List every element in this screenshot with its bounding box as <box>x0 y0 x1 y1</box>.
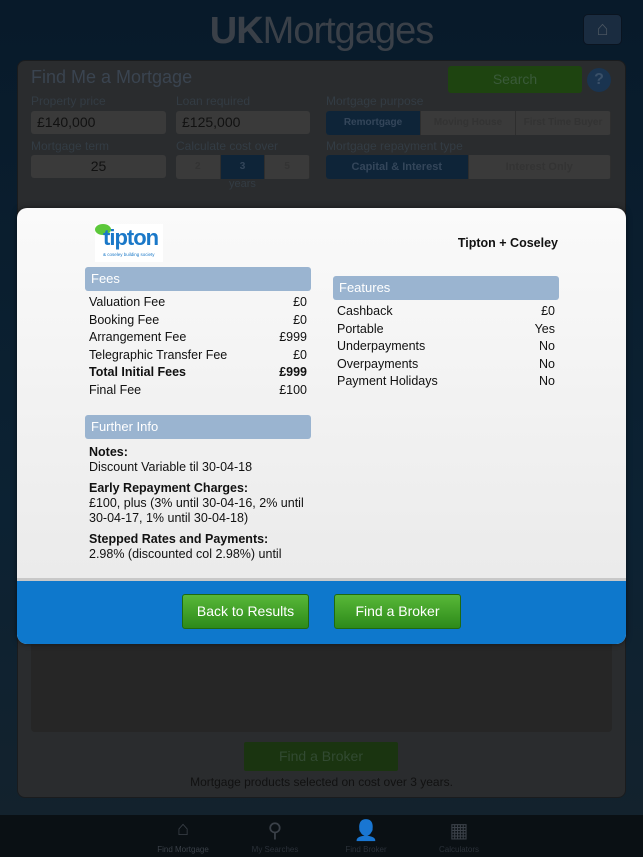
notes-title: Notes: <box>89 445 128 459</box>
row-label: Arrangement Fee <box>89 330 187 344</box>
cost-option-2[interactable]: 2 <box>176 155 221 179</box>
row-label: Total Initial Fees <box>89 365 187 379</box>
fees-header: Fees <box>85 267 311 291</box>
loan-label: Loan required <box>176 94 251 108</box>
row-label: Payment Holidays <box>337 374 438 388</box>
fee-row: Final Fee £100 <box>85 382 311 400</box>
cost-option-5[interactable]: 5 <box>265 155 310 179</box>
tab-label: Calculators <box>438 845 479 854</box>
property-price-input[interactable]: £140,000 <box>31 111 166 134</box>
row-value: Yes <box>534 321 555 336</box>
loan-input[interactable]: £125,000 <box>176 111 310 134</box>
repayment-capital-interest[interactable]: Capital & Interest <box>326 155 469 179</box>
find-broker-button[interactable]: Find a Broker <box>334 594 461 629</box>
row-value: No <box>539 374 555 388</box>
title-rest: Mortgages <box>262 10 435 52</box>
help-button[interactable]: ? <box>587 68 611 92</box>
fees-section: Fees Valuation Fee £0 Booking Fee £0 Arrange… <box>85 267 311 399</box>
purpose-moving-house[interactable]: Moving House <box>421 111 516 135</box>
erc-text: £100, plus (3% until 30-04-16, 2% until … <box>89 496 304 525</box>
row-label: Telegraphic Transfer Fee <box>89 347 228 362</box>
notes-text: Discount Variable til 30-04-18 <box>89 460 253 474</box>
erc-title: Early Repayment Charges: <box>89 481 249 495</box>
lender-logo: tipton & coseley building society <box>95 224 163 262</box>
purpose-label: Mortgage purpose <box>326 94 424 108</box>
app-title: UKMortgages <box>0 10 643 53</box>
search-icon: ⚲ <box>267 820 283 842</box>
feature-row: Portable Yes <box>333 321 559 339</box>
tab-label: My Searches <box>251 845 299 854</box>
stepped-title: Stepped Rates and Payments: <box>89 532 269 546</box>
tab-label: Find Mortgage <box>157 845 209 854</box>
title-bold: UK <box>209 10 264 52</box>
cost-label: Calculate cost over <box>176 139 279 153</box>
row-value: No <box>539 356 555 371</box>
term-label: Mortgage term <box>31 139 110 153</box>
cost-selector: 2 3 5 <box>176 155 310 179</box>
feature-row: Overpayments No <box>333 356 559 374</box>
calculator-icon: ▦ <box>449 820 469 842</box>
fee-row: Total Initial Fees £999 <box>85 364 311 382</box>
fee-row: Booking Fee £0 <box>85 312 311 330</box>
fee-row: Valuation Fee £0 <box>85 294 311 312</box>
row-label: Cashback <box>337 304 393 318</box>
row-value: £999 <box>279 365 307 379</box>
row-value: No <box>539 339 555 353</box>
tab-find-broker[interactable]: 👤 Find Broker <box>331 818 401 854</box>
property-price-label: Property price <box>31 94 106 108</box>
tab-my-searches[interactable]: ⚲ My Searches <box>240 818 310 854</box>
feature-row: Cashback £0 <box>333 303 559 321</box>
tab-label: Find Broker <box>345 845 387 854</box>
stepped-text: 2.98% (discounted col 2.98%) until <box>89 547 282 561</box>
tab-find-mortgage[interactable]: ⌂ Find Mortgage <box>148 818 218 854</box>
repayment-selector: Capital & Interest Interest Only <box>326 155 611 179</box>
row-value: £0 <box>293 312 307 327</box>
row-value: £0 <box>293 347 307 362</box>
tab-bar <box>0 815 643 857</box>
features-section: Features Cashback £0 Portable Yes Underpayme… <box>333 276 559 391</box>
row-value: £0 <box>293 295 307 309</box>
row-label: Underpayments <box>337 339 426 353</box>
repayment-label: Mortgage repayment type <box>326 139 463 153</box>
features-header: Features <box>333 276 559 300</box>
row-label: Booking Fee <box>89 312 160 327</box>
modal-footer <box>17 578 626 644</box>
repayment-interest-only[interactable]: Interest Only <box>469 155 611 179</box>
years-label: years <box>229 178 256 190</box>
purpose-selector: Remortgage Moving House First Time Buyer <box>326 111 611 135</box>
home-icon: ⌂ <box>596 18 609 40</box>
back-to-results-button[interactable]: Back to Results <box>182 594 309 629</box>
lender-name: Tipton + Coseley <box>457 236 558 250</box>
row-value: £0 <box>541 304 555 318</box>
search-button[interactable]: Search <box>448 66 582 93</box>
fee-row: Arrangement Fee £999 <box>85 329 311 347</box>
feature-row: Payment Holidays No <box>333 373 559 391</box>
find-broker-button-bg[interactable]: Find a Broker <box>244 742 398 771</box>
results-note: Mortgage products selected on cost over … <box>190 775 453 789</box>
product-detail-modal: tipton & coseley building society Tipton… <box>17 208 626 644</box>
fee-row: Telegraphic Transfer Fee £0 <box>85 347 311 365</box>
form-heading: Find Me a Mortgage <box>31 67 193 87</box>
row-value: £100 <box>279 382 307 397</box>
feature-row: Underpayments No <box>333 338 559 356</box>
row-value: £999 <box>279 330 307 344</box>
home-icon: ⌂ <box>176 818 190 840</box>
row-label: Overpayments <box>337 356 419 371</box>
tab-calculators[interactable]: ▦ Calculators <box>424 818 494 854</box>
purpose-remortgage[interactable]: Remortgage <box>326 111 421 135</box>
person-icon: 👤 <box>353 820 379 842</box>
cost-option-3[interactable]: 3 <box>220 155 266 179</box>
results-table <box>31 640 612 732</box>
further-info-section: Further Info Notes: Discount Variable ti… <box>85 415 311 562</box>
row-label: Final Fee <box>89 382 142 397</box>
row-label: Portable <box>337 321 384 336</box>
term-input[interactable]: 25 <box>31 155 166 178</box>
home-button[interactable]: ⌂ <box>583 14 622 45</box>
purpose-first-time-buyer[interactable]: First Time Buyer <box>516 111 611 135</box>
row-label: Valuation Fee <box>89 295 166 309</box>
further-info-header: Further Info <box>85 415 311 439</box>
